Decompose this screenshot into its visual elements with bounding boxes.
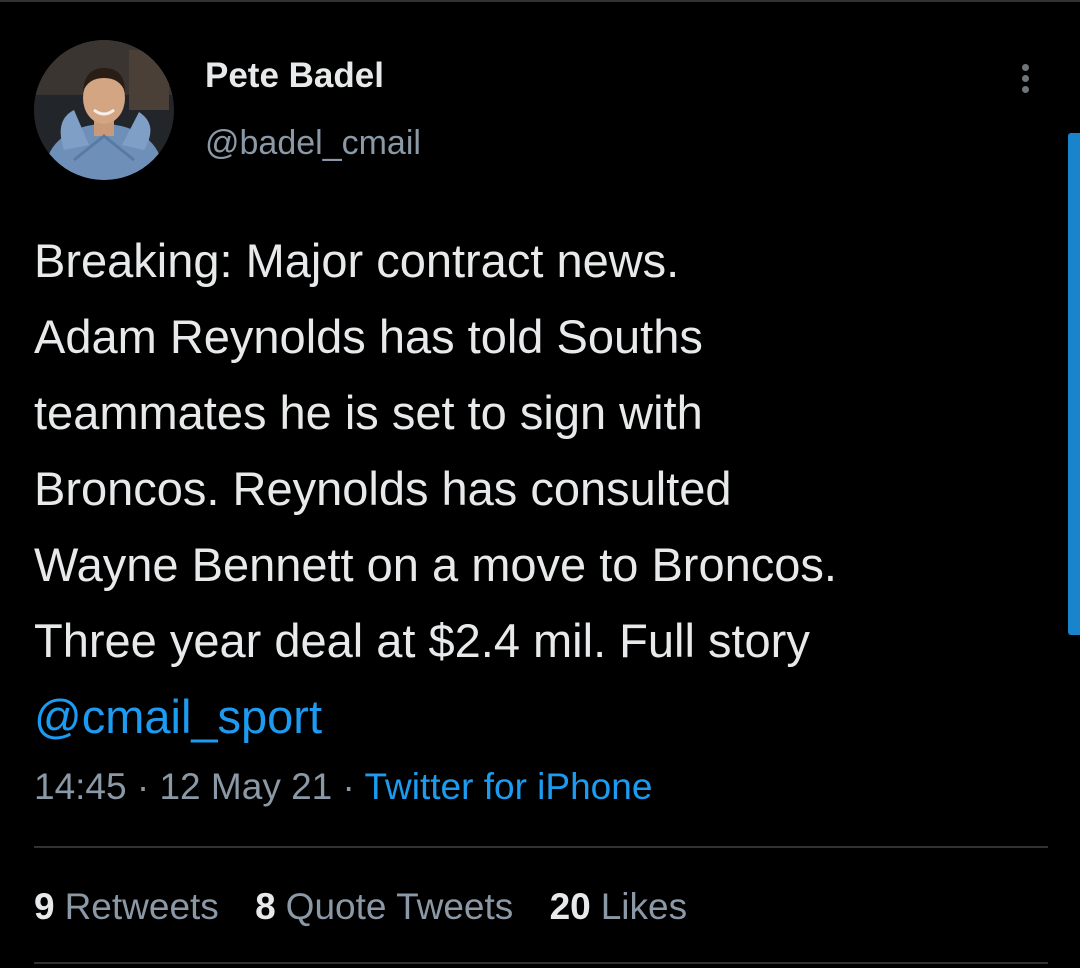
quote-tweets-count: 8: [255, 886, 276, 927]
tweet-line: teammates he is set to sign with: [34, 386, 703, 439]
user-handle[interactable]: @badel_cmail: [205, 123, 421, 163]
quote-tweets-stat[interactable]: 8 Quote Tweets: [255, 886, 513, 927]
quote-tweets-label: Quote Tweets: [285, 886, 514, 927]
display-name[interactable]: Pete Badel: [205, 56, 384, 96]
tweet-line: Three year deal at $2.4 mil. Full story: [34, 614, 810, 667]
tweet-line: Breaking: Major contract news.: [34, 234, 680, 287]
tweet-date[interactable]: 12 May 21: [159, 766, 332, 807]
stats-bottom-divider: [34, 962, 1048, 964]
likes-stat[interactable]: 20 Likes: [550, 886, 688, 927]
retweets-stat[interactable]: 9 Retweets: [34, 886, 219, 927]
scrollbar[interactable]: [1068, 133, 1080, 635]
tweet-time[interactable]: 14:45: [34, 766, 127, 807]
meta-separator: ·: [332, 766, 365, 807]
tweet-line: Wayne Bennett on a move to Broncos.: [34, 538, 837, 591]
avatar[interactable]: [34, 40, 174, 180]
retweets-count: 9: [34, 886, 55, 927]
more-vertical-icon[interactable]: [1010, 58, 1040, 98]
likes-count: 20: [549, 886, 591, 927]
tweet-line: Broncos. Reynolds has consulted: [34, 462, 732, 515]
retweets-label: Retweets: [64, 886, 219, 927]
meta-separator: ·: [126, 766, 160, 807]
tweet-meta: 14:45 · 12 May 21 · Twitter for iPhone: [34, 764, 652, 810]
profile-photo: [34, 40, 174, 180]
mention-link[interactable]: @cmail_sport: [34, 679, 1059, 755]
stats-top-divider: [34, 846, 1048, 848]
likes-label: Likes: [600, 886, 688, 927]
tweet-source-link[interactable]: Twitter for iPhone: [364, 766, 652, 807]
top-divider: [0, 0, 1080, 2]
tweet-text: Breaking: Major contract news. Adam Reyn…: [34, 223, 1059, 755]
tweet-line: Adam Reynolds has told Souths: [34, 310, 703, 363]
tweet-stats: 9 Retweets 8 Quote Tweets 20 Likes: [34, 884, 713, 930]
